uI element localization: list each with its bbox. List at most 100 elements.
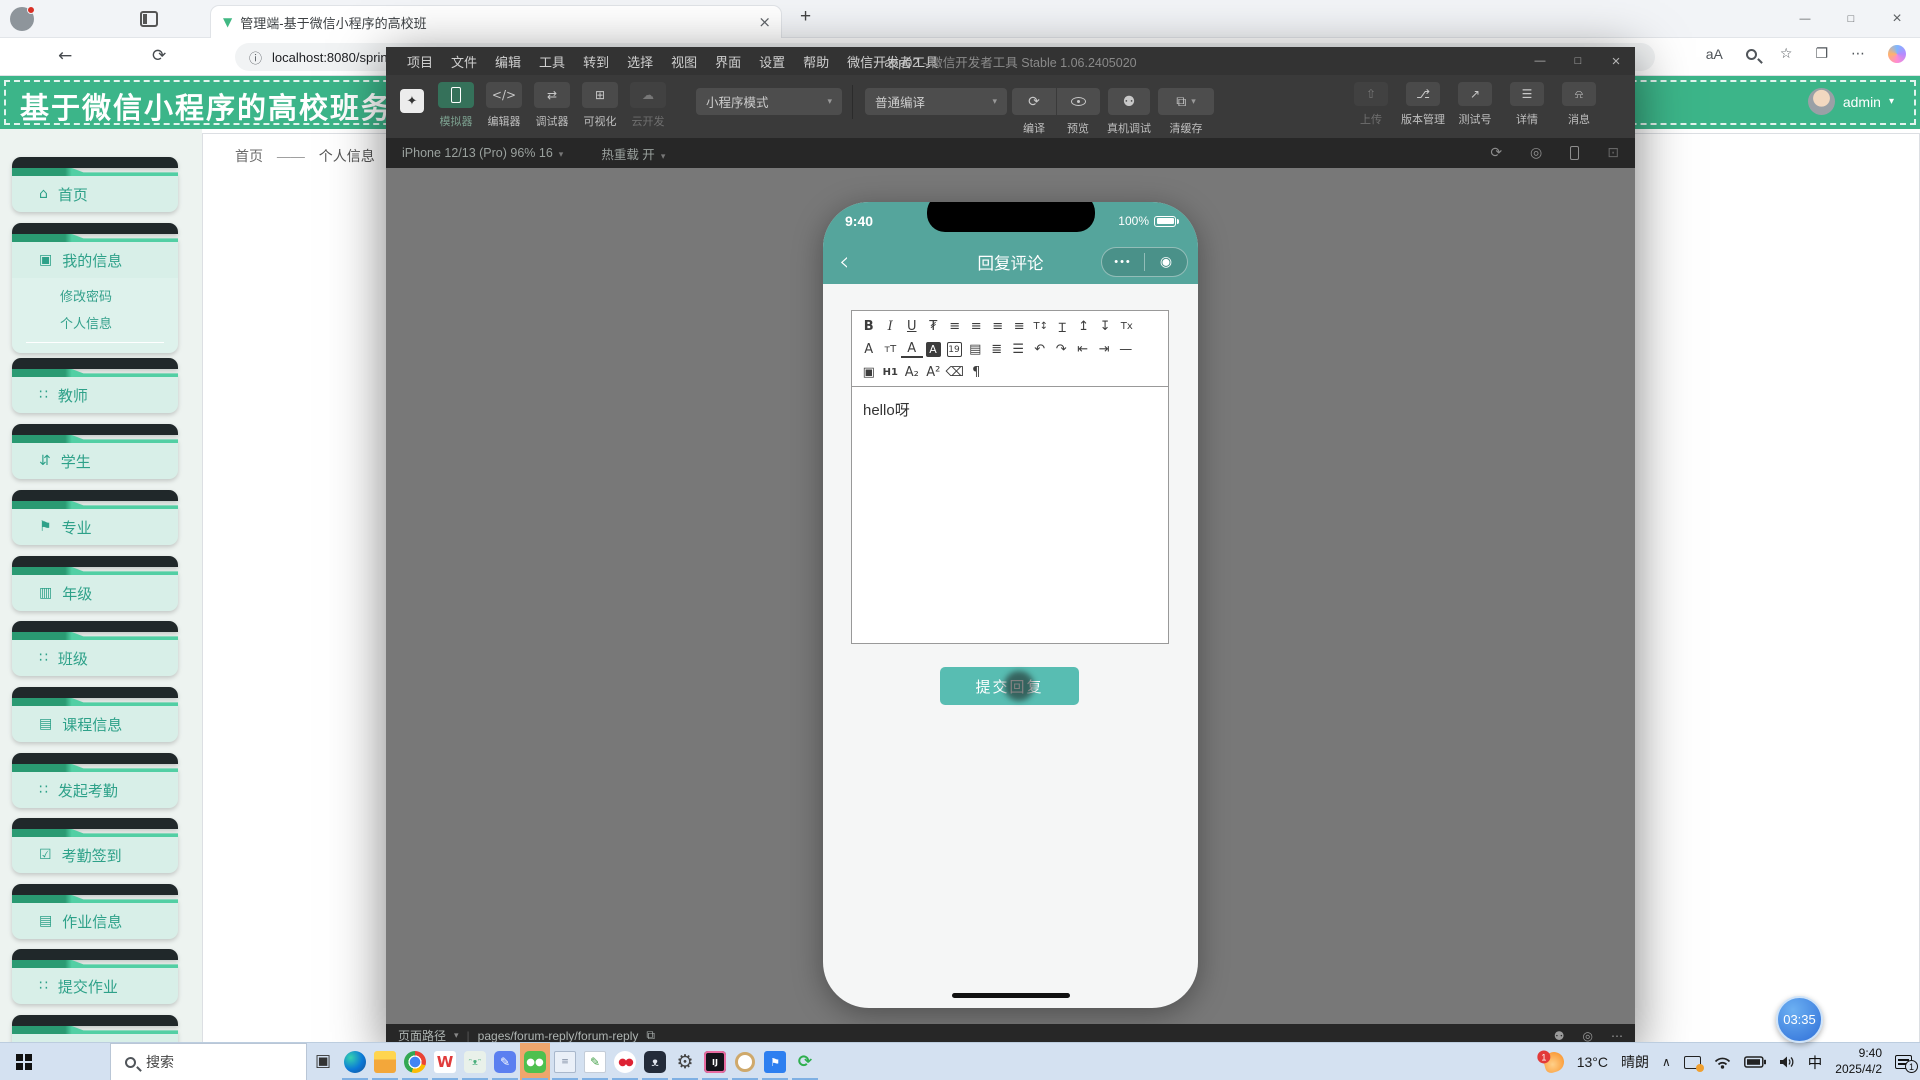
text-size-icon[interactable]: aA — [1706, 46, 1723, 62]
taskbar-app-file-explorer[interactable] — [370, 1043, 400, 1080]
version-control-button[interactable]: ⎇版本管理 — [1397, 82, 1449, 127]
upload-button[interactable]: ⇧上传 — [1345, 82, 1397, 127]
remote-debug-button[interactable]: ⚉ — [1108, 88, 1150, 115]
test-account-button[interactable]: ↗测试号 — [1449, 82, 1501, 127]
valign-top-icon[interactable]: ↥ — [1073, 315, 1095, 338]
breadcrumb-home[interactable]: 首页 — [235, 148, 263, 164]
tab-close-icon[interactable]: × — [758, 13, 771, 31]
taskbar-app-chrome[interactable] — [400, 1043, 430, 1080]
device-selector[interactable]: iPhone 12/13 (Pro) 96% 16▾ — [402, 146, 563, 160]
copy-icon[interactable]: ⧉ — [646, 1028, 655, 1043]
font-family-icon[interactable]: A — [858, 338, 880, 361]
strikethrough-icon[interactable]: ₮ — [923, 315, 945, 338]
taskbar-app-xmind[interactable]: ᵔᴥᵔ — [460, 1043, 490, 1080]
floating-clock-widget[interactable]: 03:35 — [1776, 996, 1823, 1043]
browser-maximize-button[interactable]: □ — [1828, 0, 1874, 37]
rich-text-editor[interactable]: B I U ₮ ≡ ≡ ≡ ≡ T↕ Ɪ ↥ ↧ Tx — [851, 310, 1169, 644]
bg-color-icon[interactable]: A — [926, 342, 941, 357]
menu-help[interactable]: 帮助 — [794, 52, 838, 71]
line-height-icon[interactable]: T↕ — [1030, 315, 1052, 338]
tool-simulator[interactable]: 模拟器 — [432, 82, 480, 129]
sidebar-item-homework[interactable]: ▤作业信息 — [12, 884, 178, 939]
taskbar-app-idea[interactable]: IJ — [700, 1043, 730, 1080]
sidebar-item-attendance-sign[interactable]: ☑考勤签到 — [12, 818, 178, 873]
browser-close-button[interactable]: × — [1874, 0, 1920, 37]
taskbar-app-settings[interactable]: ⚙ — [670, 1043, 700, 1080]
paragraph-icon[interactable]: ¶ — [966, 361, 988, 384]
pin-icon[interactable]: ✦ — [400, 89, 424, 113]
sidebar-item-major[interactable]: ⚑专业 — [12, 490, 178, 545]
undo-icon[interactable]: ↶ — [1029, 338, 1051, 361]
tray-chevron-up-icon[interactable]: ∧ — [1662, 1055, 1671, 1069]
text-color-icon[interactable]: A — [901, 341, 923, 358]
sidebar-item-course[interactable]: ▤课程信息 — [12, 687, 178, 742]
tool-editor[interactable]: </>编辑器 — [480, 82, 528, 129]
admin-menu[interactable]: admin ▾ — [1808, 88, 1894, 115]
taskbar-clock[interactable]: 9:402025/4/2 — [1835, 1046, 1882, 1077]
taskbar-app-notepad[interactable]: ≡ — [550, 1043, 580, 1080]
screenshot-icon[interactable]: ⊡ — [1607, 145, 1619, 161]
mode-dropdown[interactable]: 小程序模式▾ — [696, 88, 842, 115]
sidebar-item-teacher[interactable]: ∷教师 — [12, 358, 178, 413]
menu-settings[interactable]: 设置 — [750, 52, 794, 71]
speaker-icon[interactable] — [1779, 1055, 1795, 1069]
tool-cloud-dev[interactable]: ☁云开发 — [624, 82, 672, 129]
menu-view[interactable]: 视图 — [662, 52, 706, 71]
clear-cache-button[interactable]: ⧉▾ — [1158, 88, 1214, 115]
taskbar-app-github[interactable]: ᴥ — [640, 1043, 670, 1080]
tool-visualization[interactable]: ⊞可视化 — [576, 82, 624, 129]
cast-screen-icon[interactable] — [1684, 1056, 1701, 1069]
menu-edit[interactable]: 编辑 — [486, 52, 530, 71]
taskbar-app-edge[interactable] — [340, 1043, 370, 1080]
sidebar-item-home[interactable]: ⌂首页 — [12, 157, 178, 212]
task-view-icon[interactable]: ▣ — [315, 1051, 331, 1071]
workspaces-icon[interactable] — [140, 11, 158, 27]
browser-profile-avatar[interactable] — [10, 7, 34, 31]
devtools-minimize-button[interactable]: — — [1521, 47, 1559, 75]
sidebar-subitem-profile[interactable]: 个人信息 — [12, 309, 178, 336]
menu-file[interactable]: 文件 — [442, 52, 486, 71]
sidebar-item-submit-homework[interactable]: ∷提交作业 — [12, 949, 178, 1004]
preview-button[interactable] — [1056, 88, 1100, 115]
sidebar-item-class[interactable]: ∷班级 — [12, 621, 178, 676]
italic-icon[interactable]: I — [880, 315, 902, 338]
sidebar-item-start-attendance[interactable]: ∷发起考勤 — [12, 753, 178, 808]
more-menu-icon[interactable]: ⋯ — [1851, 46, 1865, 62]
bug-icon[interactable]: ⚉ — [1554, 1029, 1565, 1043]
devtools-maximize-button[interactable]: □ — [1559, 47, 1597, 75]
align-left-icon[interactable]: ≡ — [944, 315, 966, 338]
taskbar-app-wps[interactable]: W — [430, 1043, 460, 1080]
details-button[interactable]: ☰详情 — [1501, 82, 1553, 127]
site-info-icon[interactable]: ⓘ — [249, 48, 262, 67]
browser-minimize-button[interactable]: — — [1782, 0, 1828, 37]
menu-project[interactable]: 项目 — [398, 52, 442, 71]
sidebar-subitem-password[interactable]: 修改密码 — [12, 282, 178, 309]
ordered-list-icon[interactable]: ≣ — [986, 338, 1008, 361]
superscript-icon[interactable]: A² — [923, 361, 945, 384]
taskbar-app-editor[interactable]: ✎ — [490, 1043, 520, 1080]
compile-button[interactable]: ⟳ — [1012, 88, 1056, 115]
align-justify-icon[interactable]: ≡ — [1009, 315, 1031, 338]
menu-tools[interactable]: 工具 — [530, 52, 574, 71]
align-center-icon[interactable]: ≡ — [966, 315, 988, 338]
editor-content[interactable]: hello呀 — [852, 387, 1168, 432]
devtools-close-button[interactable]: × — [1597, 47, 1635, 75]
date-icon[interactable]: 19 — [947, 342, 962, 357]
rotate-icon[interactable]: ⟳ — [1490, 145, 1502, 161]
battery-icon[interactable] — [1744, 1056, 1766, 1068]
compile-mode-dropdown[interactable]: 普通编译▾ — [865, 88, 1007, 115]
back-icon[interactable]: ← — [58, 46, 72, 66]
action-center-icon[interactable]: 1 — [1895, 1055, 1912, 1069]
divider-icon[interactable]: — — [1115, 338, 1137, 361]
todo-list-icon[interactable]: ▤ — [965, 338, 987, 361]
bold-icon[interactable]: B — [858, 315, 880, 338]
back-chevron-icon[interactable]: ‹ — [839, 249, 849, 275]
taskbar-app-netease[interactable] — [730, 1043, 760, 1080]
refresh-icon[interactable]: ⟳ — [152, 46, 166, 66]
unordered-list-icon[interactable]: ☰ — [1008, 338, 1030, 361]
taskbar-app-doc-editor[interactable]: ✎ — [580, 1043, 610, 1080]
weather-text[interactable]: 晴朗 — [1621, 1052, 1649, 1072]
new-tab-button[interactable]: + — [800, 6, 811, 28]
temperature[interactable]: 13°C — [1577, 1054, 1608, 1070]
taskbar-app-meeting[interactable]: ●● — [610, 1043, 640, 1080]
